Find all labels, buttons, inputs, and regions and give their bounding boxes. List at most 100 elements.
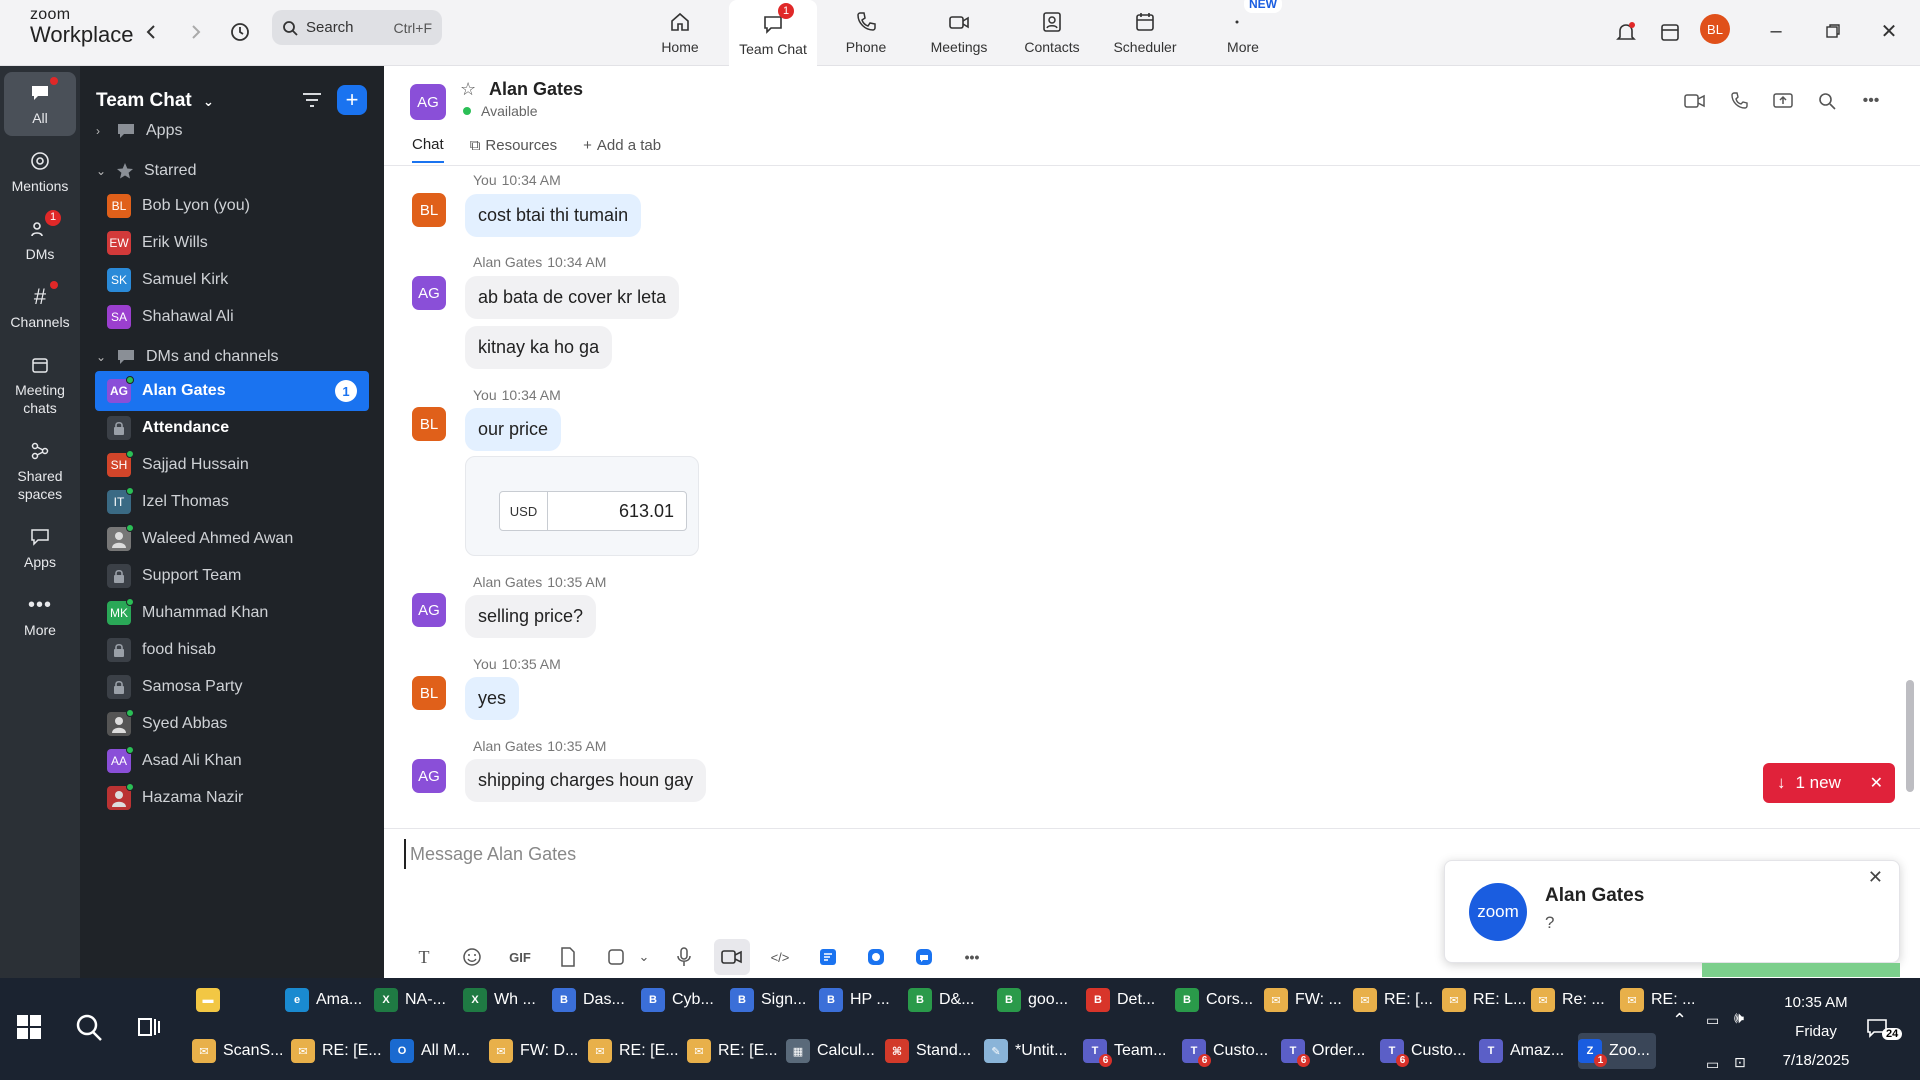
- rail-more[interactable]: ••• More: [4, 592, 76, 640]
- sidebar-item-contact[interactable]: SA Shahawal Ali: [95, 297, 369, 337]
- calendar-top-icon[interactable]: [1656, 18, 1684, 46]
- chat-scrollbar[interactable]: [1906, 680, 1914, 792]
- sender-avatar[interactable]: BL: [412, 193, 446, 227]
- taskbar-app-teams[interactable]: T Amaz...: [1479, 1033, 1564, 1069]
- taskbar-app-mail[interactable]: ✉ Re: ...: [1531, 982, 1605, 1018]
- search-bar[interactable]: Search Ctrl+F: [272, 10, 442, 45]
- message-bubble[interactable]: kitnay ka ho ga: [465, 326, 613, 369]
- tab-resources[interactable]: ⧉ Resources: [470, 136, 557, 163]
- sidebar-item-contact[interactable]: EW Erik Wills: [95, 223, 369, 263]
- taskbar-app-teams[interactable]: T 6 Team...: [1083, 1033, 1166, 1069]
- sidebar-item-contact[interactable]: AA Asad Ali Khan: [95, 741, 369, 781]
- taskbar-app-mail[interactable]: ✉ RE: [E...: [588, 1033, 679, 1069]
- sidebar-item-channel[interactable]: Support Team: [95, 556, 369, 596]
- sender-avatar[interactable]: AG: [412, 276, 446, 310]
- more-options-icon[interactable]: •••: [1858, 88, 1884, 114]
- gif-icon[interactable]: GIF: [502, 939, 538, 975]
- back-icon[interactable]: [137, 18, 165, 46]
- taskbar-app-mail[interactable]: ✉ FW: ...: [1264, 982, 1342, 1018]
- chevron-up-icon[interactable]: ⌃: [1672, 1010, 1687, 1031]
- taskbar-app-chrome[interactable]: B HP ...: [819, 982, 890, 1018]
- chevron-down-icon[interactable]: ⌄: [634, 939, 654, 975]
- search-chat-icon[interactable]: [1814, 88, 1840, 114]
- rail-all[interactable]: All: [4, 72, 76, 136]
- user-avatar[interactable]: BL: [1700, 14, 1730, 44]
- sidebar-item-contact[interactable]: Hazama Nazir: [95, 778, 369, 818]
- message-bubble[interactable]: our price: [465, 408, 562, 451]
- sidebar-item-contact[interactable]: MK Muhammad Khan: [95, 593, 369, 633]
- sidebar-item-contact[interactable]: SK Samuel Kirk: [95, 260, 369, 300]
- nav-contacts[interactable]: Contacts: [1008, 0, 1096, 64]
- taskbar-app-mail[interactable]: ✉ RE: [E...: [291, 1033, 382, 1069]
- sender-avatar[interactable]: BL: [412, 407, 446, 441]
- sidebar-item-contact[interactable]: BL Bob Lyon (you): [95, 186, 369, 226]
- taskbar-app-chrome[interactable]: B Cyb...: [641, 982, 714, 1018]
- filter-icon[interactable]: [300, 88, 324, 112]
- app-three-icon[interactable]: [906, 939, 942, 975]
- sidebar-item-contact[interactable]: SH Sajjad Hussain: [95, 445, 369, 485]
- taskbar-app-zoom[interactable]: Z 1 Zoo...: [1578, 1033, 1656, 1069]
- section-dms[interactable]: ⌄ DMs and channels: [96, 348, 279, 366]
- sidebar-item-contact[interactable]: Waleed Ahmed Awan: [95, 519, 369, 559]
- taskbar-app-teams[interactable]: T 6 Custo...: [1182, 1033, 1268, 1069]
- contact-avatar[interactable]: AG: [410, 84, 446, 120]
- emoji-icon[interactable]: [454, 939, 490, 975]
- message-bubble[interactable]: selling price?: [465, 595, 597, 638]
- sidebar-item-channel[interactable]: Samosa Party: [95, 667, 369, 707]
- taskbar-app-mail[interactable]: ✉ RE: [E...: [687, 1033, 778, 1069]
- nav-team-chat[interactable]: 1 Team Chat: [729, 0, 817, 66]
- close-window-icon[interactable]: ✕: [1874, 16, 1904, 46]
- tab-chat[interactable]: Chat: [412, 136, 444, 163]
- restore-icon[interactable]: [1818, 16, 1848, 46]
- video-message-icon[interactable]: [714, 939, 750, 975]
- section-apps[interactable]: › Apps: [96, 122, 182, 140]
- history-icon[interactable]: [226, 18, 254, 46]
- nav-scheduler[interactable]: Scheduler: [1101, 0, 1189, 64]
- screenshot-icon[interactable]: [598, 939, 634, 975]
- taskbar-app-chrome[interactable]: B D&...: [908, 982, 975, 1018]
- close-icon[interactable]: ✕: [1868, 867, 1883, 888]
- nav-phone[interactable]: Phone: [822, 0, 910, 64]
- section-starred[interactable]: ⌄ Starred: [96, 162, 196, 180]
- sidebar-item-contact[interactable]: IT Izel Thomas: [95, 482, 369, 522]
- microphone-icon[interactable]: [666, 939, 702, 975]
- taskbar-app-chrome[interactable]: B Das...: [552, 982, 625, 1018]
- rail-dms[interactable]: 1 DMs: [4, 210, 76, 264]
- more-tools-icon[interactable]: •••: [954, 939, 990, 975]
- phone-call-icon[interactable]: [1726, 88, 1752, 114]
- taskbar-app-mail[interactable]: ✉ ScanS...: [192, 1033, 283, 1069]
- sidebar-item-contact[interactable]: AG Alan Gates 1: [95, 371, 369, 411]
- network-icon[interactable]: ▭: [1706, 1056, 1719, 1073]
- message-input[interactable]: [404, 839, 1204, 869]
- new-messages-button[interactable]: ↓ 1 new ✕: [1763, 763, 1895, 803]
- volume-icon[interactable]: 🕪: [1734, 1010, 1744, 1028]
- new-chat-button[interactable]: +: [337, 85, 367, 115]
- task-view-icon[interactable]: [136, 1014, 162, 1045]
- windows-start-icon[interactable]: [16, 1014, 42, 1040]
- minimize-icon[interactable]: –: [1761, 16, 1791, 46]
- contact-name[interactable]: Alan Gates: [489, 79, 583, 100]
- taskbar-app-folder[interactable]: ▬: [196, 982, 227, 1018]
- rail-apps[interactable]: Apps: [4, 524, 76, 572]
- taskbar-app-chrome[interactable]: B Det...: [1086, 982, 1155, 1018]
- app-one-icon[interactable]: [810, 939, 846, 975]
- app-two-icon[interactable]: [858, 939, 894, 975]
- taskbar-clock[interactable]: 10:35 AM Friday 7/18/2025: [1774, 988, 1858, 1075]
- taskbar-app-teams[interactable]: T 6 Custo...: [1380, 1033, 1466, 1069]
- notification-toast[interactable]: zoom Alan Gates ? ✕: [1444, 860, 1900, 963]
- nav-more[interactable]: NEW More: [1199, 0, 1287, 64]
- taskbar-app-chrome[interactable]: B Cors...: [1175, 982, 1253, 1018]
- forward-icon[interactable]: [182, 18, 210, 46]
- format-text-icon[interactable]: T: [406, 939, 442, 975]
- sidebar-item-channel[interactable]: food hisab: [95, 630, 369, 670]
- taskbar-app-mail[interactable]: ✉ RE: [...: [1353, 982, 1433, 1018]
- taskbar-app-pdf[interactable]: ⌘ Stand...: [885, 1033, 971, 1069]
- code-snippet-icon[interactable]: </>: [762, 939, 798, 975]
- share-screen-icon[interactable]: [1770, 88, 1796, 114]
- price-field[interactable]: USD 613.01: [499, 491, 687, 531]
- rail-channels[interactable]: # Channels: [4, 281, 76, 332]
- rail-shared-spaces[interactable]: Shared spaces: [4, 438, 76, 503]
- sidebar-title[interactable]: Team Chat ⌄: [96, 90, 214, 112]
- taskbar-app-calculator[interactable]: ▦ Calcul...: [786, 1033, 875, 1069]
- message-bubble[interactable]: shipping charges houn gay: [465, 759, 707, 802]
